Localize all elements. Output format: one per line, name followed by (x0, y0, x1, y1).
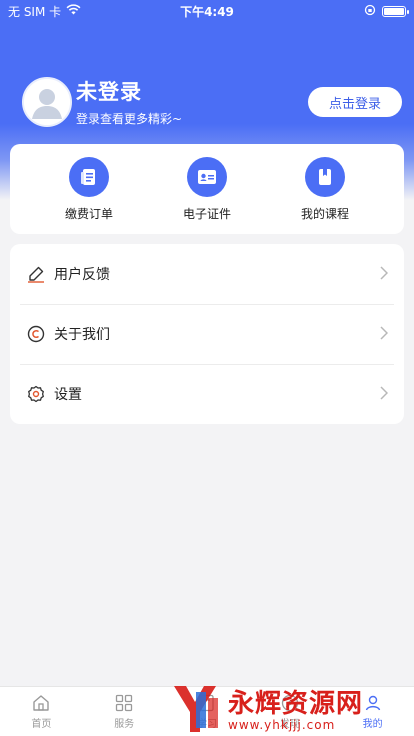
quick-label-certificate: 电子证件 (182, 206, 231, 221)
discover-icon (280, 693, 300, 713)
tab-study[interactable]: 学习 (177, 693, 237, 730)
pen-icon (26, 264, 46, 284)
quick-label-orders: 缴费订单 (64, 206, 113, 221)
menu-label-settings: 设置 (54, 387, 82, 403)
tab-services[interactable]: 服务 (94, 693, 154, 730)
grid-icon (114, 693, 134, 713)
default-avatar-icon (24, 78, 70, 125)
quick-actions-card: 缴费订单 电子证件 我的课程 (10, 144, 404, 234)
quick-item-courses[interactable]: 我的课程 (280, 156, 370, 222)
tab-home[interactable]: 首页 (11, 693, 71, 730)
status-bar: 无 SIM 卡 下午4:49 (0, 0, 414, 22)
battery-icon (382, 5, 409, 17)
avatar[interactable] (22, 76, 72, 127)
menu-item-about[interactable]: 关于我们 (10, 304, 404, 364)
profile-subtitle: 登录查看更多精彩~ (76, 112, 183, 126)
bottom-tab-bar: 首页 服务 学习 发现 我的 (0, 686, 414, 736)
tab-label-discover: 发现 (279, 719, 300, 730)
chevron-right-icon (380, 265, 389, 284)
gear-icon (26, 384, 46, 404)
profile-name: 未登录 (76, 80, 142, 104)
id-card-icon (187, 156, 227, 197)
chevron-right-icon (380, 385, 389, 404)
copyright-icon (26, 324, 46, 344)
quick-item-certificate[interactable]: 电子证件 (162, 156, 252, 222)
course-book-icon (305, 156, 345, 197)
menu-item-feedback[interactable]: 用户反馈 (10, 244, 404, 304)
tab-label-mine: 我的 (362, 719, 383, 730)
menu-item-settings[interactable]: 设置 (10, 364, 404, 424)
profile-text: 未登录 登录查看更多精彩~ (76, 76, 182, 127)
profile-section: 未登录 登录查看更多精彩~ (22, 76, 182, 127)
login-button[interactable]: 点击登录 (308, 87, 402, 117)
order-icon (69, 156, 109, 197)
home-icon (31, 693, 51, 713)
status-time: 下午4:49 (180, 4, 234, 19)
quick-label-courses: 我的课程 (300, 206, 349, 221)
tab-label-home: 首页 (31, 719, 52, 730)
menu-label-feedback: 用户反馈 (54, 267, 110, 283)
menu-card: 用户反馈 关于我们 设置 (10, 244, 404, 424)
tab-label-services: 服务 (114, 719, 135, 730)
quick-item-orders[interactable]: 缴费订单 (44, 156, 134, 222)
menu-label-about: 关于我们 (54, 327, 110, 343)
tab-mine[interactable]: 我的 (343, 693, 403, 730)
chevron-right-icon (380, 325, 389, 344)
tab-discover[interactable]: 发现 (260, 693, 320, 730)
user-icon (363, 693, 383, 713)
tab-label-study: 学习 (196, 719, 217, 730)
study-icon (197, 693, 217, 713)
